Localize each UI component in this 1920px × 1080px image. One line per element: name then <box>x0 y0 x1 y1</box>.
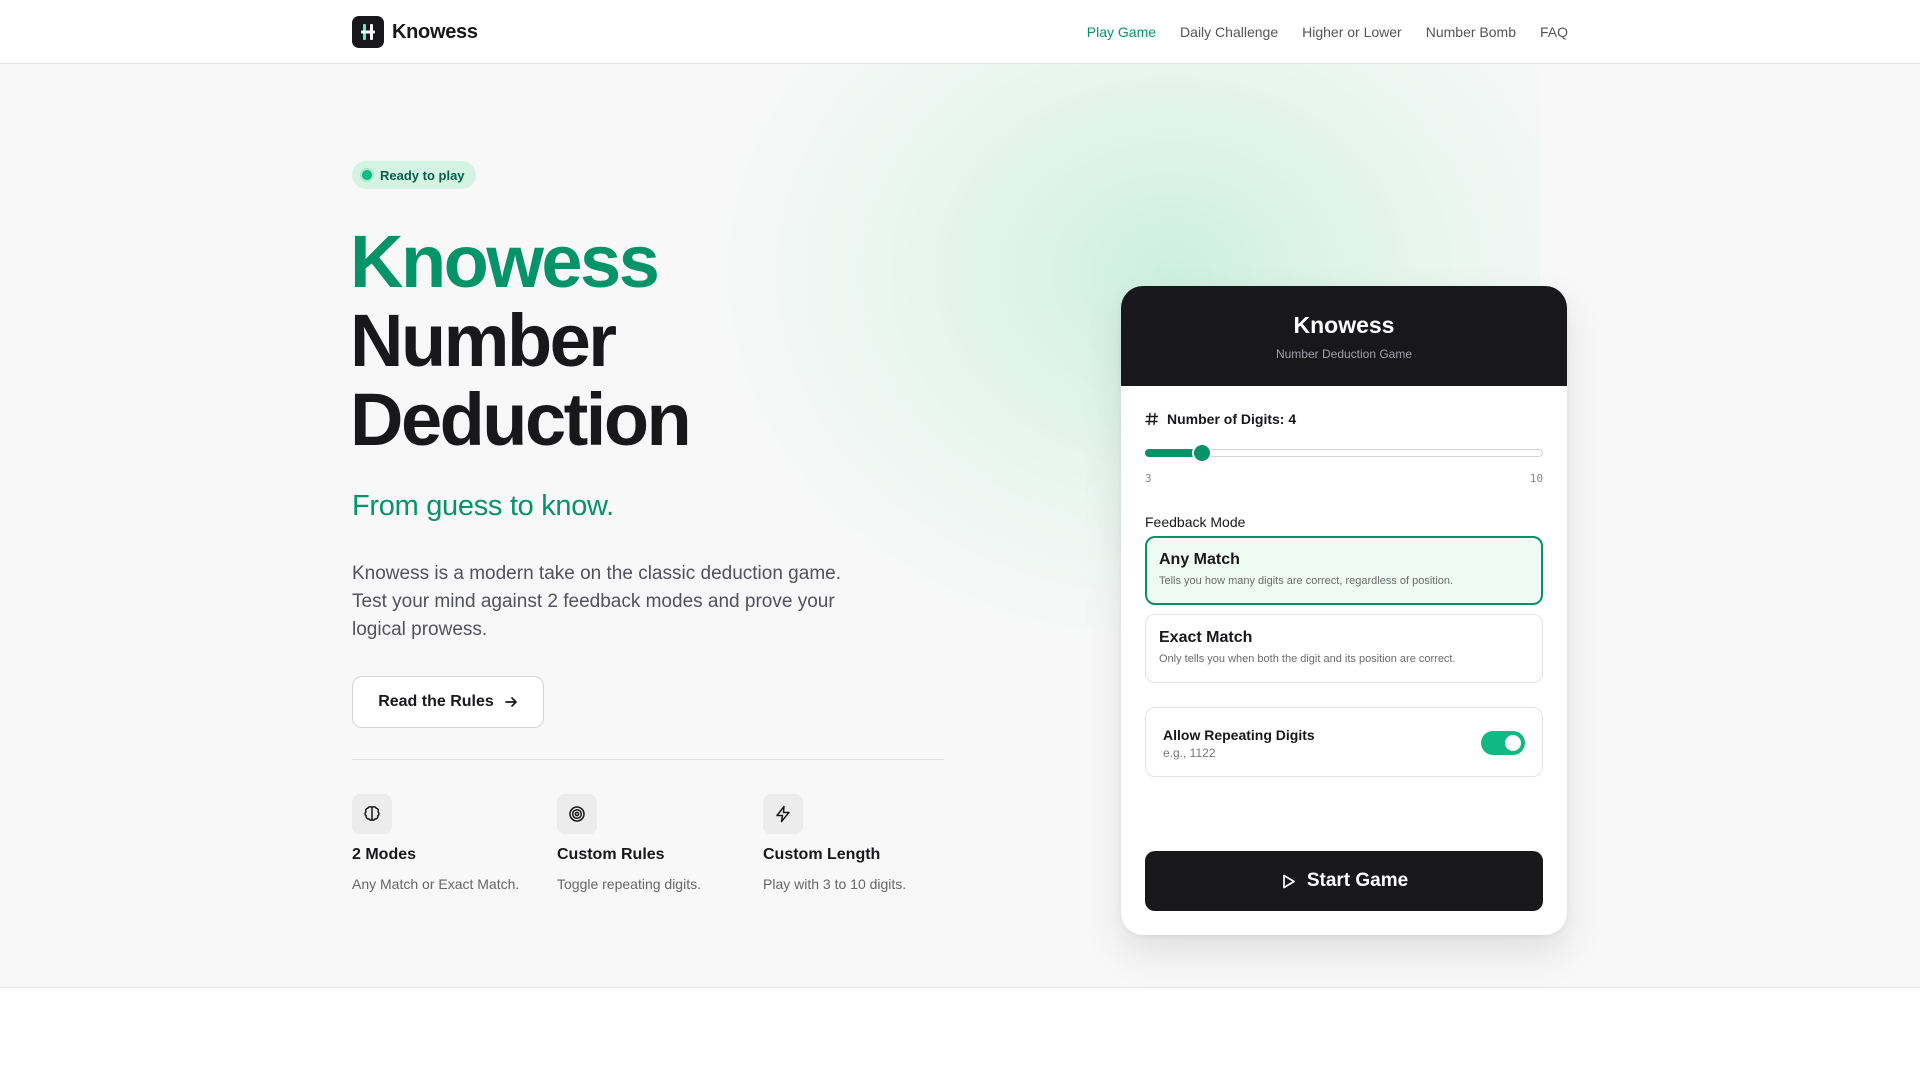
hero-description: Knowess is a modern take on the classic … <box>352 563 841 640</box>
lightning-icon <box>763 794 803 834</box>
tagline: From guess to know. <box>352 490 614 522</box>
mode-description: Tells you how many digits are correct, r… <box>1159 575 1454 587</box>
feature-subtitle: Any Match or Exact Match. <box>352 876 520 892</box>
digits-slider-thumb[interactable] <box>1193 445 1210 461</box>
mode-title: Any Match <box>1159 551 1240 568</box>
mode-any-match[interactable]: Any Match Tells you how many digits are … <box>1145 536 1543 605</box>
title-line-1: Knowess <box>350 220 660 303</box>
nav-play-game[interactable]: Play Game <box>1087 24 1156 40</box>
feature-title: Custom Length <box>763 846 881 863</box>
top-nav-bar: Knowess Play Game Daily Challenge Higher… <box>0 0 1920 64</box>
target-icon <box>557 794 597 834</box>
card-title: Knowess <box>1293 312 1395 338</box>
arrow-right-icon <box>504 697 517 707</box>
hash-icon <box>1145 412 1159 426</box>
repeat-digits-example: e.g., 1122 <box>1163 746 1216 760</box>
read-rules-button[interactable]: Read the Rules <box>352 676 544 728</box>
mode-title: Exact Match <box>1159 629 1253 646</box>
status-badge: Ready to play <box>352 161 476 189</box>
nav-faq[interactable]: FAQ <box>1540 24 1568 40</box>
feature-subtitle: Play with 3 to 10 digits. <box>763 876 907 892</box>
repeat-digits-title: Allow Repeating Digits <box>1163 727 1315 743</box>
brain-icon <box>352 794 392 834</box>
section-divider <box>352 759 944 760</box>
logo[interactable]: Knowess <box>352 16 478 48</box>
logo-icon <box>352 16 384 48</box>
play-icon <box>1282 874 1295 888</box>
nav-higher-or-lower[interactable]: Higher or Lower <box>1302 24 1402 40</box>
feature-title: Custom Rules <box>557 846 665 863</box>
feedback-mode-label: Feedback Mode <box>1145 514 1246 530</box>
page-title: Knowess Number Deduction <box>350 220 692 461</box>
status-dot-icon <box>362 170 372 180</box>
mode-description: Only tells you when both the digit and i… <box>1159 653 1456 665</box>
status-badge-text: Ready to play <box>380 167 465 183</box>
hero-section: Ready to play Knowess Number Deduction F… <box>0 64 1920 988</box>
card-subtitle: Number Deduction Game <box>1275 347 1413 361</box>
game-setup-card: Knowess Number Deduction Game Number of … <box>1121 286 1567 935</box>
title-line-3: Deduction <box>350 378 692 461</box>
nav-number-bomb[interactable]: Number Bomb <box>1426 24 1516 40</box>
feature-subtitle: Toggle repeating digits. <box>557 876 701 892</box>
feature-modes: 2 Modes Any Match or Exact Match. <box>352 794 552 892</box>
main-nav: Play Game Daily Challenge Higher or Lowe… <box>1087 0 1568 64</box>
mode-exact-match[interactable]: Exact Match Only tells you when both the… <box>1145 614 1543 683</box>
logo-text: Knowess <box>392 20 478 43</box>
slider-max-label: 10 <box>1529 472 1543 485</box>
nav-daily-challenge[interactable]: Daily Challenge <box>1180 24 1278 40</box>
feature-custom-length: Custom Length Play with 3 to 10 digits. <box>763 794 963 892</box>
digits-label: Number of Digits: 4 <box>1145 411 1296 427</box>
toggle-knob <box>1505 735 1521 751</box>
start-game-button[interactable]: Start Game <box>1145 851 1543 911</box>
start-game-label: Start Game <box>1306 870 1409 891</box>
repeat-digits-toggle[interactable] <box>1481 731 1525 755</box>
title-line-2: Number <box>350 299 617 382</box>
read-rules-label: Read the Rules <box>378 693 494 710</box>
digits-label-text: Number of Digits: 4 <box>1167 411 1297 427</box>
card-header: Knowess Number Deduction Game <box>1121 286 1567 386</box>
feature-title: 2 Modes <box>352 846 417 863</box>
feature-custom-rules: Custom Rules Toggle repeating digits. <box>557 794 757 892</box>
slider-min-label: 3 <box>1145 472 1152 485</box>
repeat-digits-option: Allow Repeating Digits e.g., 1122 <box>1145 707 1543 777</box>
